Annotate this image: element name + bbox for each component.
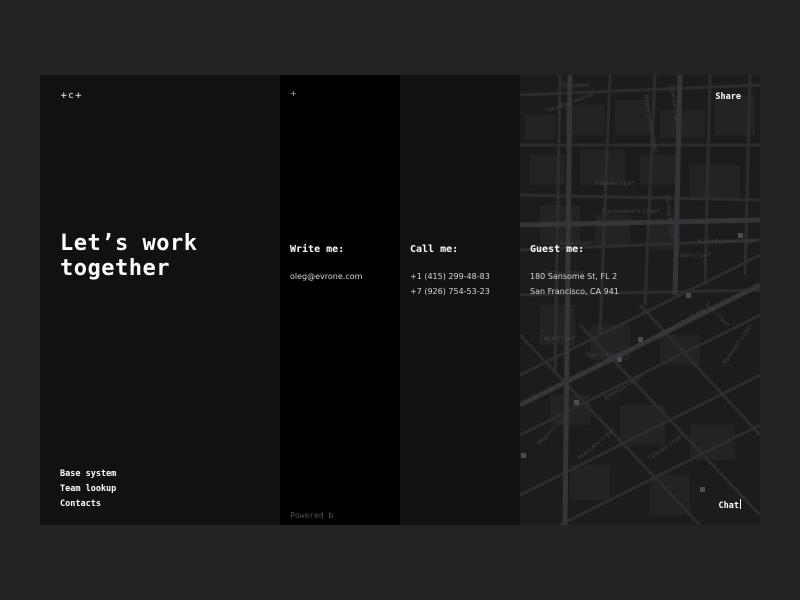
chat-label: Chat	[718, 501, 739, 511]
write-label: Write me:	[290, 244, 345, 255]
nav-link-team-lookup[interactable]: Team lookup	[60, 482, 116, 497]
chat-button[interactable]: Chat	[719, 499, 741, 511]
street-label: Сакраменто-стрит	[602, 208, 661, 215]
nav-link-base-system[interactable]: Base system	[60, 467, 116, 482]
powered-by-text: Powered b	[290, 511, 334, 520]
street-label: Керни-стрит	[595, 180, 635, 187]
page-title: Let’s work together	[60, 231, 198, 281]
street-label: Пайн-стрит	[675, 252, 712, 259]
phone-block: +1 (415) 299-48-83 +7 (926) 754-53-23	[410, 269, 490, 299]
write-column: + Write me: oleg@evrone.com Powered b	[280, 75, 400, 525]
call-label: Call me:	[410, 244, 459, 255]
share-button[interactable]: Share	[715, 92, 741, 102]
guest-label: Guest me:	[530, 244, 585, 255]
contact-page: +c+ Let’s work together Base system Team…	[40, 75, 760, 525]
map-column[interactable]: Бродвей Пасифик-авеню Монтгомери-стрит С…	[520, 75, 760, 525]
email-block: oleg@evrone.com	[290, 269, 362, 284]
intro-column: +c+ Let’s work together Base system Team…	[40, 75, 280, 525]
street-label: Гири-стрит	[540, 335, 576, 342]
phone-link-ru[interactable]: +7 (926) 754-53-23	[410, 284, 490, 299]
footer-nav: Base system Team lookup Contacts	[60, 467, 116, 512]
street-label: Бродвей	[562, 82, 589, 89]
call-column: Call me: +1 (415) 299-48-83 +7 (926) 754…	[400, 75, 520, 525]
mini-logo-icon: +	[290, 89, 297, 98]
address-line-1: 180 Sansome St, FL 2	[530, 272, 618, 281]
map[interactable]: Бродвей Пасифик-авеню Монтгомери-стрит С…	[520, 75, 760, 525]
address-block: 180 Sansome St, FL 2 San Francisco, CA 9…	[530, 269, 619, 299]
street-label: Калифорния-стрит	[698, 238, 758, 245]
address-line-2: San Francisco, CA 941	[530, 287, 619, 296]
street-label: Пост-стрит	[585, 352, 621, 359]
text-cursor-icon	[740, 499, 741, 509]
phone-link-us[interactable]: +1 (415) 299-48-83	[410, 269, 490, 284]
logo-icon[interactable]: +c+	[60, 91, 83, 101]
nav-link-contacts[interactable]: Contacts	[60, 497, 116, 512]
email-link[interactable]: oleg@evrone.com	[290, 272, 362, 281]
